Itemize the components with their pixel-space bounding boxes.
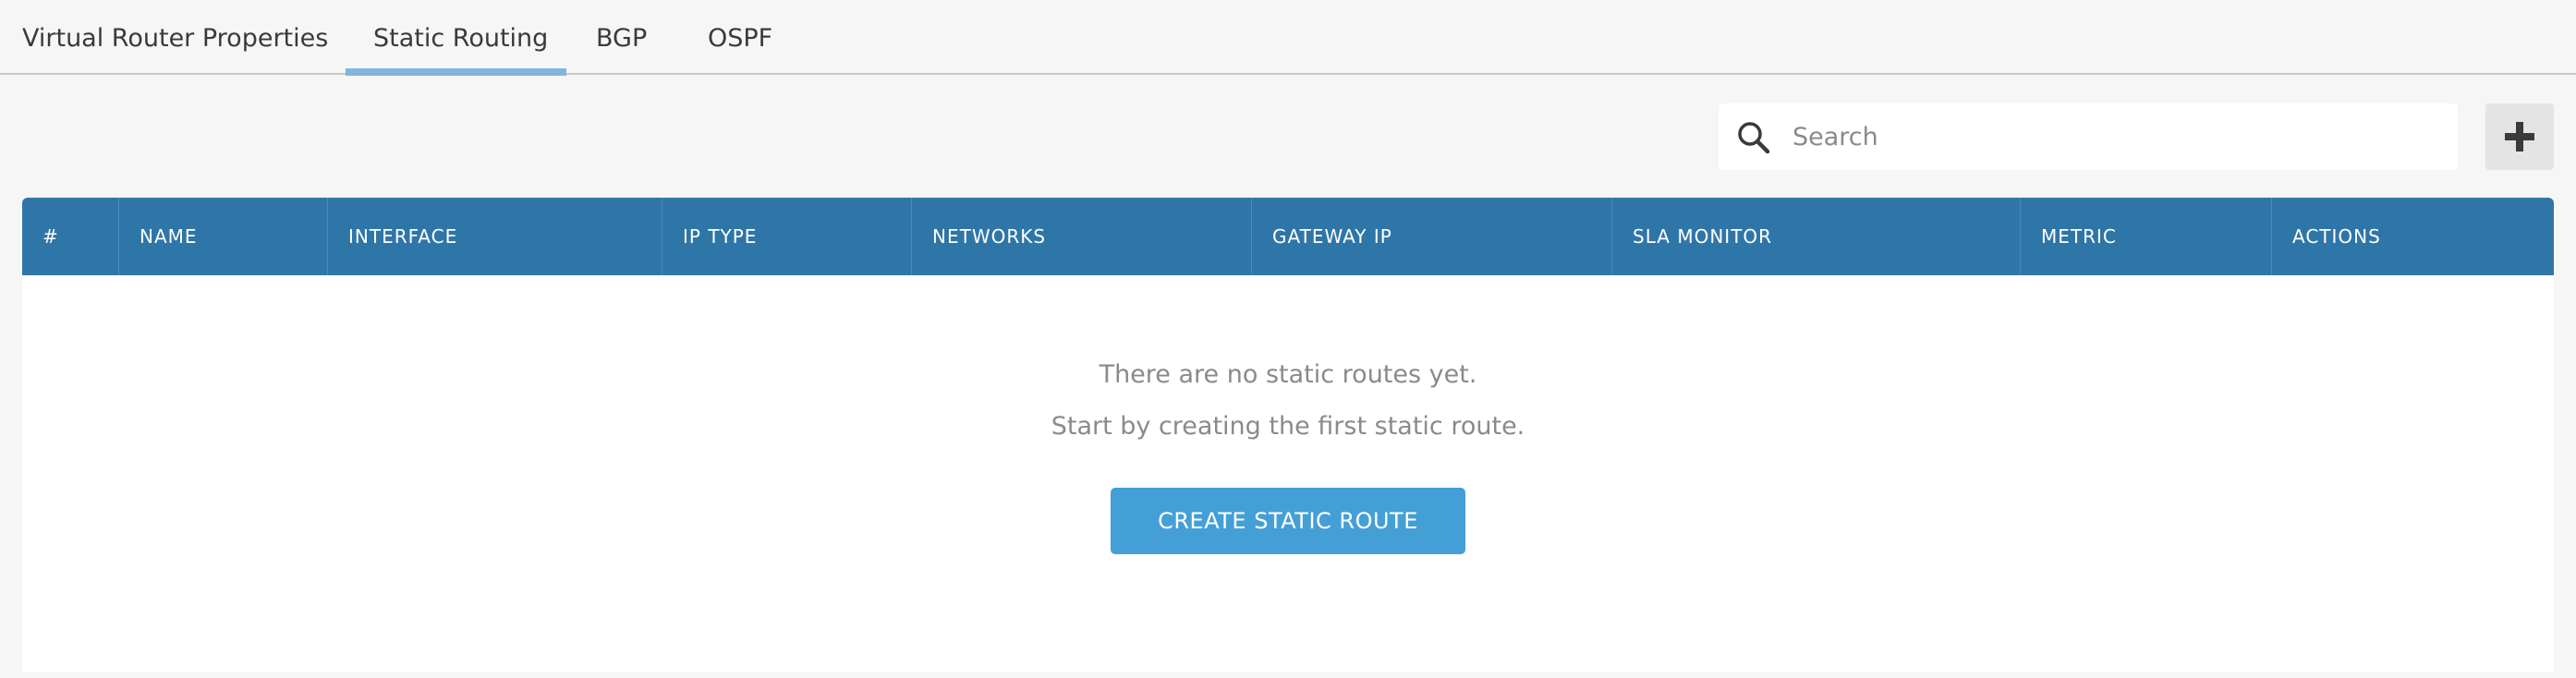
create-static-route-button[interactable]: CREATE STATIC ROUTE <box>1111 488 1465 554</box>
column-header-metric[interactable]: METRIC <box>2020 198 2271 275</box>
search-input[interactable] <box>1792 103 2439 170</box>
table-header: # NAME INTERFACE IP TYPE NETWORKS GATEWA… <box>22 198 2554 275</box>
column-header-index[interactable]: # <box>22 198 118 275</box>
column-header-networks[interactable]: NETWORKS <box>911 198 1251 275</box>
column-header-actions: ACTIONS <box>2271 198 2554 275</box>
empty-state-hint: Start by creating the first static route… <box>1051 412 1525 441</box>
column-header-sla-monitor[interactable]: SLA MONITOR <box>1611 198 2020 275</box>
column-header-name[interactable]: NAME <box>118 198 327 275</box>
tab-bgp[interactable]: BGP <box>596 0 647 75</box>
empty-state-title: There are no static routes yet. <box>1099 360 1477 389</box>
tab-static-routing[interactable]: Static Routing <box>373 0 548 75</box>
column-header-interface[interactable]: INTERFACE <box>327 198 662 275</box>
tab-bar: Virtual Router Properties Static Routing… <box>0 0 2576 76</box>
column-header-ip-type[interactable]: IP TYPE <box>662 198 911 275</box>
tab-ospf[interactable]: OSPF <box>708 0 772 75</box>
tab-virtual-router-properties[interactable]: Virtual Router Properties <box>22 0 328 75</box>
search-box <box>1719 103 2458 170</box>
add-route-button[interactable] <box>2485 103 2554 170</box>
column-header-gateway-ip[interactable]: GATEWAY IP <box>1251 198 1611 275</box>
active-tab-indicator <box>346 68 566 76</box>
static-routes-table: # NAME INTERFACE IP TYPE NETWORKS GATEWA… <box>22 198 2554 672</box>
